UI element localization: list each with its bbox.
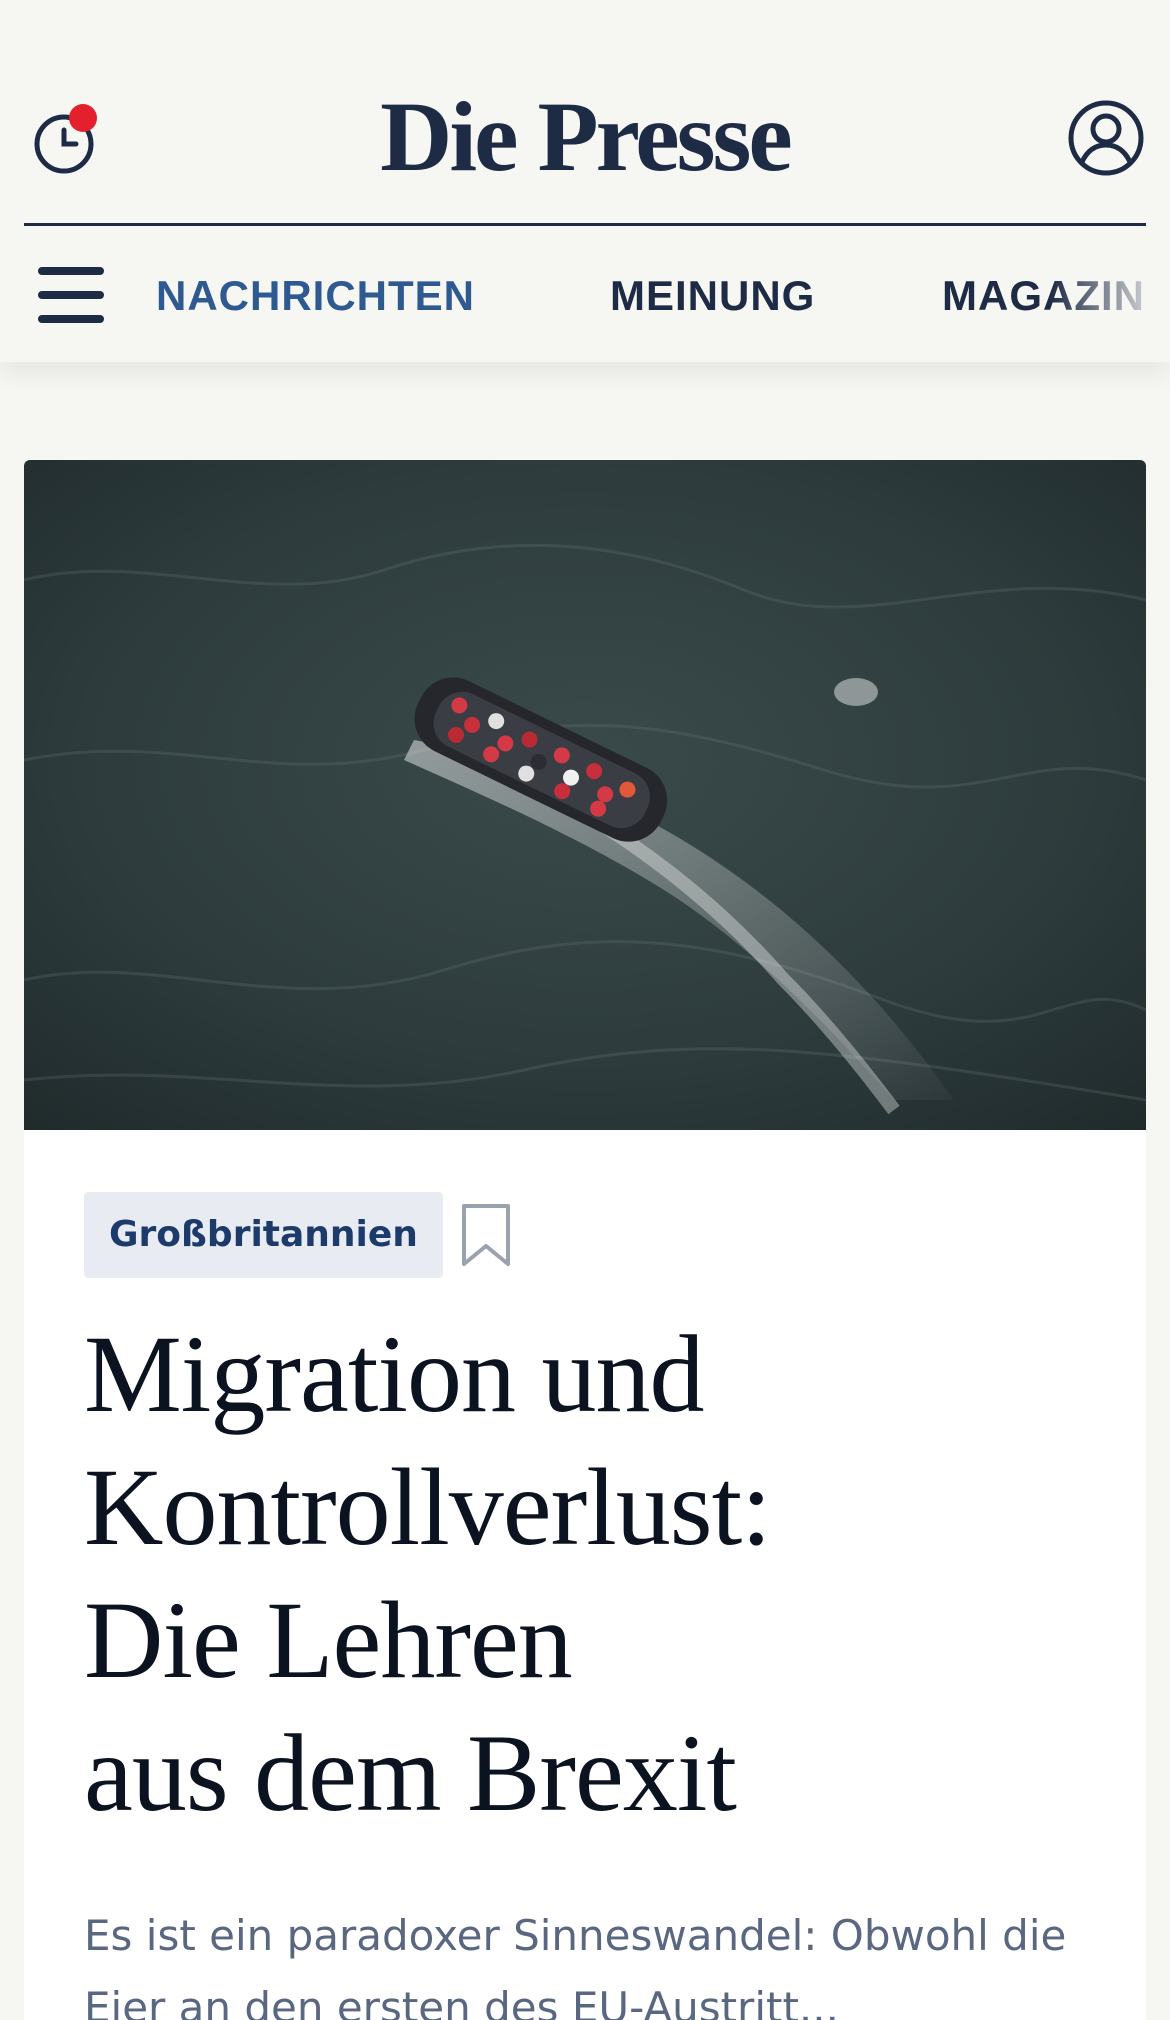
article-card[interactable]: Großbritannien Migration und Kontrollver… xyxy=(24,460,1146,2020)
category-tag[interactable]: Großbritannien xyxy=(84,1192,443,1278)
site-header: Die Presse NACHRICHTEN MEINUNG MAGAZIN xyxy=(0,0,1170,362)
article-headline[interactable]: Migration und Kontrollverlust: Die Lehre… xyxy=(84,1308,1094,1840)
user-icon xyxy=(1068,100,1144,176)
hamburger-icon[interactable] xyxy=(38,267,106,323)
nav-item-nachrichten[interactable]: NACHRICHTEN xyxy=(156,272,475,320)
bookmark-button[interactable] xyxy=(460,1202,512,1268)
nav-item-meinung[interactable]: MEINUNG xyxy=(610,272,815,320)
section-nav: NACHRICHTEN MEINUNG MAGAZIN xyxy=(0,228,1170,362)
site-logo[interactable]: Die Presse xyxy=(24,82,1146,192)
account-button[interactable] xyxy=(1066,98,1146,178)
top-bar: Die Presse xyxy=(24,0,1146,226)
bookmark-icon xyxy=(462,1204,510,1266)
article-lead: Es ist ein paradoxer Sinneswandel: Obwoh… xyxy=(84,1911,1067,2020)
nav-scroll-fade xyxy=(1050,228,1170,362)
hero-image[interactable] xyxy=(24,460,1146,1130)
